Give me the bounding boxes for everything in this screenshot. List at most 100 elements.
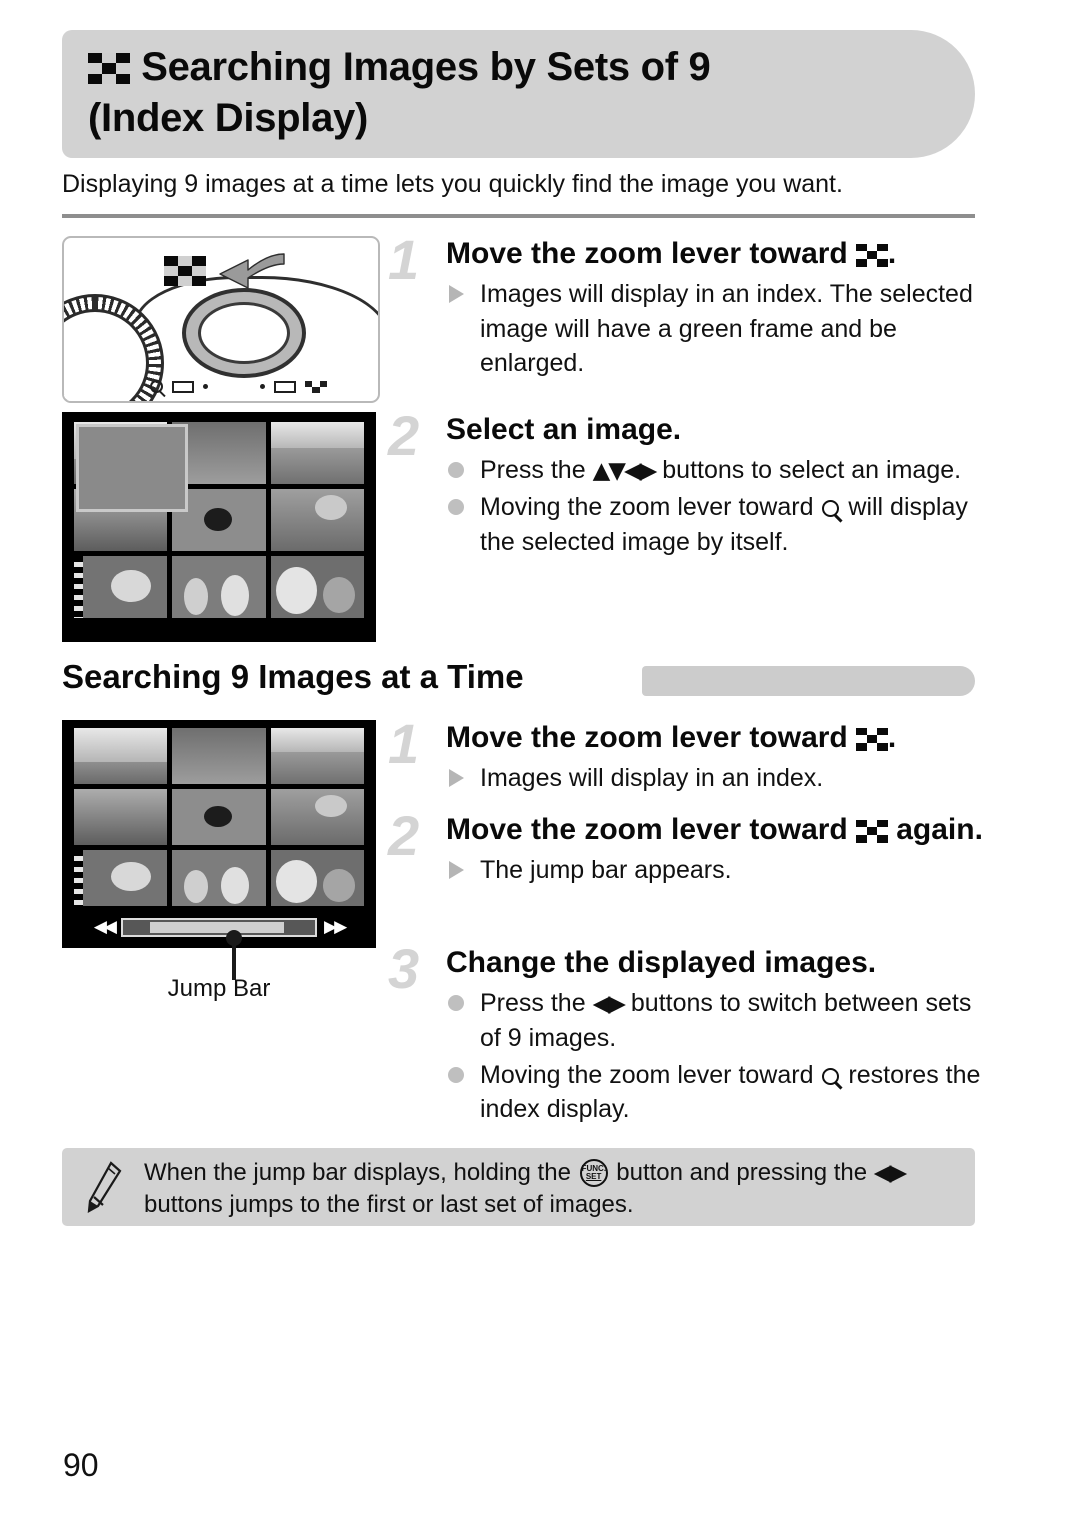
left-right-arrows-icon: ◀▶ <box>873 1160 907 1186</box>
step-1-section2: 1 Move the zoom lever toward . Images wi… <box>388 716 988 798</box>
section-heading-bar <box>642 666 975 696</box>
step-title: Move the zoom lever toward . <box>446 720 988 755</box>
thumbnail <box>270 422 364 484</box>
bullet-item: Press the ◀▶ buttons to switch between s… <box>446 986 988 1055</box>
bullet-text: Images will display in an index. The sel… <box>480 280 973 378</box>
pencil-icon <box>87 1161 122 1213</box>
step-title: Change the displayed images. <box>446 946 877 979</box>
single-view-icon <box>172 380 194 393</box>
bullet-item: Moving the zoom lever toward will displa… <box>446 490 988 559</box>
mode-dial-inner <box>64 309 149 401</box>
dpad-arrows-icon: ▲▼◀▶ <box>592 458 658 485</box>
step-title: Move the zoom lever toward again. <box>446 812 988 847</box>
triangle-bullet-icon <box>449 285 464 304</box>
bullet-item: Images will display in an index. <box>446 761 988 796</box>
magnifier-icon <box>822 500 840 518</box>
section-heading-text: Searching 9 Images at a Time <box>62 658 524 695</box>
magnify-icon <box>150 380 163 393</box>
thumbnail <box>270 556 364 618</box>
step-number: 2 <box>388 404 420 467</box>
zoom-lever-ring <box>182 288 306 378</box>
lever-dot-left <box>203 384 208 389</box>
step-title-text: Move the zoom lever toward <box>446 813 848 846</box>
thumbnail <box>74 728 168 784</box>
bullet-text-before: Press the <box>480 989 586 1018</box>
thumbnail <box>270 789 364 845</box>
jump-bar-track[interactable] <box>121 917 317 937</box>
thumbnail <box>270 489 364 551</box>
page-title: Searching Images by Sets of 9 (Index Dis… <box>88 42 968 144</box>
bullet-text: The jump bar appears. <box>480 856 732 885</box>
note-text-after: buttons jumps to the first or last set o… <box>144 1190 634 1218</box>
circle-bullet-icon <box>448 462 464 479</box>
step-bullets: The jump bar appears. <box>446 853 988 888</box>
circle-bullet-icon <box>448 499 464 516</box>
step-bullets: Press the ◀▶ buttons to switch between s… <box>446 986 988 1126</box>
step-title-suffix: again. <box>896 813 983 846</box>
intro-paragraph: Displaying 9 images at a time lets you q… <box>62 170 843 198</box>
bullet-item: Press the ▲▼◀▶ buttons to select an imag… <box>446 453 988 488</box>
selected-image-frame <box>76 424 188 512</box>
step-number: 2 <box>388 804 420 867</box>
checkerboard-index-icon <box>856 243 888 267</box>
checkerboard-index-icon <box>856 727 888 751</box>
circle-bullet-icon <box>448 1066 464 1083</box>
thumbnail <box>270 728 364 784</box>
jump-bar[interactable]: ◀◀ ▶▶ <box>74 915 364 939</box>
step-1-section1: 1 Move the zoom lever toward . Images wi… <box>388 232 988 383</box>
page-number: 90 <box>63 1447 99 1483</box>
thumbnail-grid <box>74 728 364 906</box>
step-number: 1 <box>388 228 420 291</box>
thumbnail <box>172 850 266 906</box>
thumbnail <box>74 789 168 845</box>
index-display-screenshot-1 <box>62 412 376 642</box>
jump-bar-caption: Jump Bar <box>167 975 271 1002</box>
note-text-middle: button and pressing the <box>616 1159 868 1186</box>
step-bullets: Images will display in an index. <box>446 761 988 796</box>
step-3-section2: 3 Change the displayed images. Press the… <box>388 941 988 1129</box>
page-title-line2: (Index Display) <box>88 96 369 141</box>
shutter-button <box>198 302 290 364</box>
step-title: Select an image. <box>446 413 682 446</box>
triangle-bullet-icon <box>449 861 464 880</box>
step-title-suffix: . <box>887 721 897 754</box>
bullet-text: Images will display in an index. <box>480 764 824 793</box>
step-2-section2: 2 Move the zoom lever toward again. The … <box>388 808 988 890</box>
zoom-lever-direction-arrow <box>219 253 285 289</box>
note-text: When the jump bar displays, holding the … <box>144 1157 959 1221</box>
thumbnail <box>172 556 266 618</box>
camera-diagram-figure <box>62 236 380 403</box>
header-divider <box>62 214 975 218</box>
step-2-section1: 2 Select an image. Press the ▲▼◀▶ button… <box>388 408 988 561</box>
index-view-icon <box>305 380 327 393</box>
jump-bar-fill <box>149 921 285 933</box>
step-bullets: Press the ▲▼◀▶ buttons to select an imag… <box>446 453 988 559</box>
jump-next-icon[interactable]: ▶▶ <box>324 918 347 936</box>
left-right-arrows-icon: ◀▶ <box>592 991 626 1018</box>
jump-prev-icon[interactable]: ◀◀ <box>94 918 117 936</box>
checkerboard-index-icon <box>88 52 131 84</box>
wide-view-icon <box>274 380 296 393</box>
bullet-text-before: Moving the zoom lever toward <box>480 1060 814 1089</box>
thumbnail <box>172 728 266 784</box>
thumbnail <box>74 556 168 618</box>
bullet-item: Moving the zoom lever toward restores th… <box>446 1058 988 1127</box>
thumbnail <box>270 850 364 906</box>
camera-lever-icon-row <box>150 380 327 393</box>
section-heading: Searching 9 Images at a Time <box>62 658 977 704</box>
bullet-text-before: Moving the zoom lever toward <box>480 493 814 522</box>
bullet-item: Images will display in an index. The sel… <box>446 277 988 381</box>
triangle-bullet-icon <box>449 769 464 788</box>
thumbnail <box>172 789 266 845</box>
func-set-button-icon: FUNC. SET <box>579 1159 608 1187</box>
note-callout-box: When the jump bar displays, holding the … <box>62 1148 975 1226</box>
set-label: SET <box>585 1172 602 1181</box>
bullet-text-after: buttons to select an image. <box>662 456 962 485</box>
thumbnail <box>74 850 168 906</box>
page-title-line1: Searching Images by Sets of 9 <box>141 45 711 89</box>
magnifier-icon <box>822 1067 840 1085</box>
callout-leader-line <box>232 936 236 980</box>
step-title-text: Move the zoom lever toward <box>446 237 848 270</box>
diagram-checkerboard-icon <box>164 256 206 286</box>
step-number: 3 <box>388 937 420 1000</box>
